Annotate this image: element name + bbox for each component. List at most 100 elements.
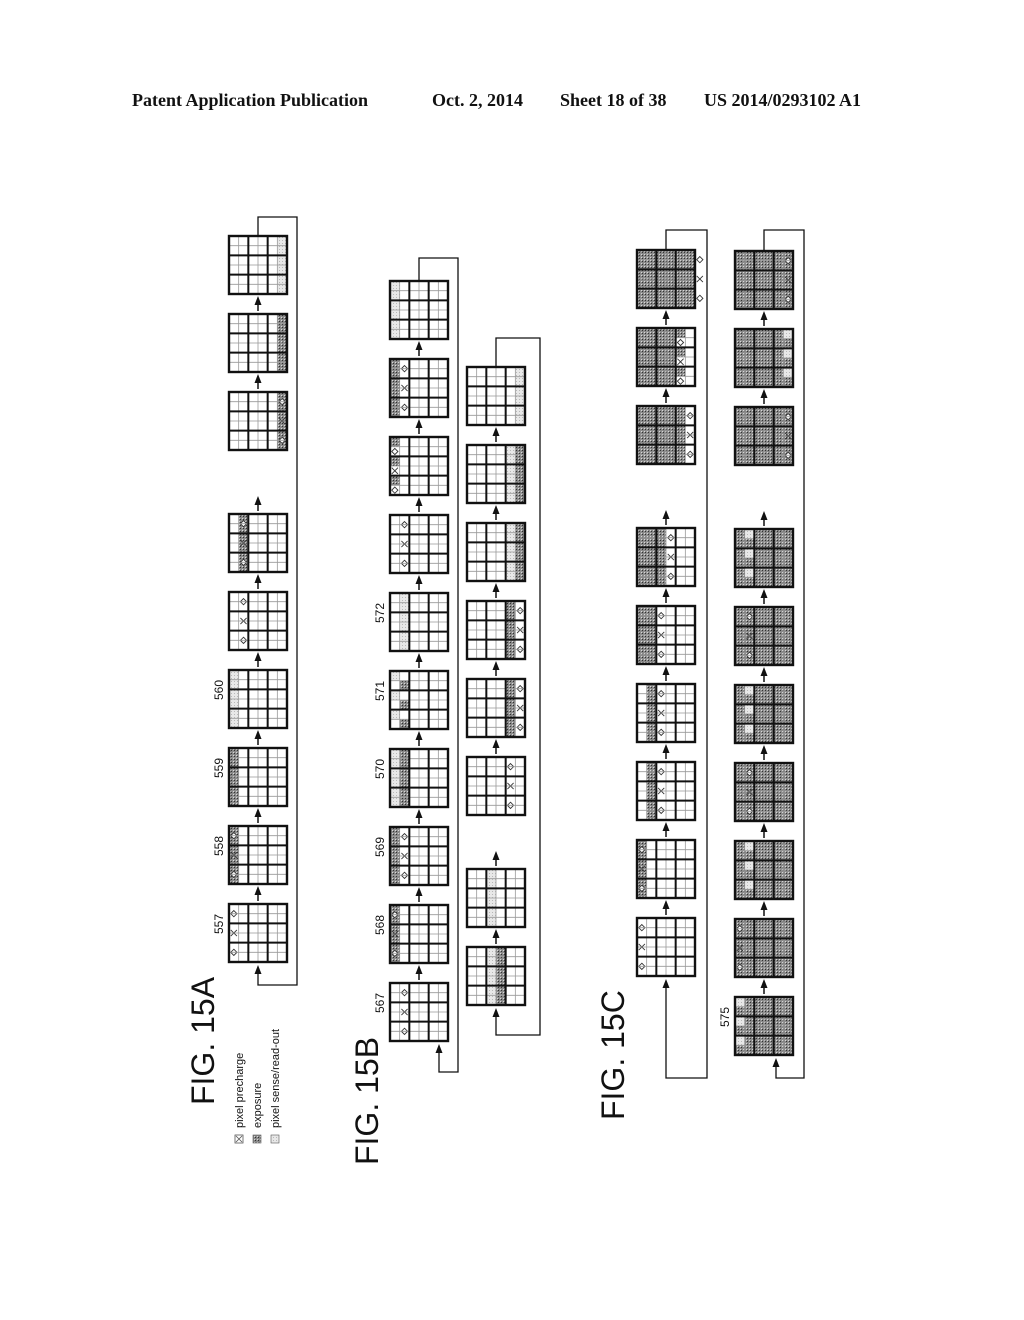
reference-numeral: 575 <box>718 1007 732 1027</box>
pixel-array-block: 571 <box>373 669 450 731</box>
pixel-array-block <box>465 599 527 661</box>
sense-cell <box>744 879 755 890</box>
arrow-head-icon <box>435 1044 443 1053</box>
arrow-head-icon <box>662 822 670 831</box>
pixel-array-block <box>465 443 527 505</box>
arrow-head-icon <box>254 808 262 817</box>
exposure-cell <box>390 456 400 466</box>
arrow-head-icon <box>662 979 670 988</box>
pixel-array-block <box>733 405 795 467</box>
pixel-array-block <box>733 527 795 589</box>
arrow-head-icon <box>415 419 423 428</box>
arrow-head-icon <box>492 1008 500 1017</box>
legend-item-precharge: pixel precharge <box>234 1053 246 1144</box>
pixel-array-block <box>227 590 289 652</box>
sense-icon <box>270 1134 280 1144</box>
pixel-array-block <box>388 435 450 497</box>
arrow-head-icon <box>254 296 262 305</box>
sense-cell <box>390 709 400 720</box>
sense-cell <box>783 329 793 339</box>
arrow-head-icon <box>772 1058 780 1067</box>
sense-cell <box>744 529 755 539</box>
sense-cell <box>744 860 755 870</box>
pixel-array-block <box>733 917 795 979</box>
pixel-array-block <box>635 760 697 822</box>
pixel-array-block <box>465 867 527 929</box>
reference-numeral: 572 <box>373 603 387 623</box>
timing-diagram: FIG. 15A FIG. 15B FIG. 15C pixel prechar… <box>185 216 805 1165</box>
sense-cell <box>783 367 793 378</box>
pixel-array-block <box>635 682 697 744</box>
pixel-array-block <box>465 945 527 1007</box>
arrow-head-icon <box>415 653 423 662</box>
pixel-array-block <box>635 404 697 466</box>
pixel-array-block <box>733 327 795 389</box>
pixel-array-block <box>388 513 450 575</box>
arrow-head-icon <box>760 745 768 754</box>
sense-cell <box>744 685 755 695</box>
pixel-array-block <box>465 677 527 739</box>
arrow-head-icon <box>254 652 262 661</box>
reference-numeral: 559 <box>212 758 226 778</box>
reference-numeral: 570 <box>373 759 387 779</box>
pixel-array-block <box>733 839 795 901</box>
legend-item-exposure: exposure <box>252 1083 264 1144</box>
arrow-head-icon <box>760 589 768 598</box>
exposure-cell <box>675 366 686 377</box>
arrow-head-icon <box>254 574 262 583</box>
precharge-diamond-icon <box>696 255 704 264</box>
pixel-array-block <box>733 249 795 311</box>
precharge-diamond-icon <box>696 294 704 303</box>
exposure-cell <box>390 475 400 486</box>
arrow-head-icon <box>254 374 262 383</box>
pixel-array-block <box>635 526 697 588</box>
pixel-array-block <box>635 248 704 310</box>
arrow-head-icon <box>760 511 768 520</box>
legend-label-exposure: exposure <box>252 1083 264 1128</box>
fig-15c-label: FIG. 15C <box>595 990 631 1120</box>
pixel-array-block: 560 <box>212 668 289 730</box>
arrow-head-icon <box>415 731 423 740</box>
pixel-array-block: 558 <box>212 824 289 886</box>
sense-cell <box>744 567 755 578</box>
pixel-array-block <box>733 683 795 745</box>
arrow-head-icon <box>254 886 262 895</box>
pixel-array-block <box>635 916 697 978</box>
legend-label-precharge: pixel precharge <box>234 1053 246 1128</box>
arrow-head-icon <box>254 496 262 505</box>
arrow-head-icon <box>415 341 423 350</box>
pixel-array-block <box>733 761 795 823</box>
pixel-array-block: 557 <box>212 902 289 964</box>
reference-numeral: 568 <box>373 915 387 935</box>
arrow-head-icon <box>254 730 262 739</box>
pixel-array-block: 572 <box>373 591 450 653</box>
exposure-cell <box>675 328 686 338</box>
arrow-head-icon <box>760 901 768 910</box>
sense-cell <box>783 348 793 358</box>
reference-numeral: 560 <box>212 680 226 700</box>
sense-cell <box>744 723 755 734</box>
legend-item-sense: pixel sense/read-out <box>270 1029 282 1144</box>
pixel-array-block <box>227 512 289 574</box>
sense-cell <box>735 1035 745 1046</box>
sense-cell <box>390 671 400 681</box>
pixel-array-block <box>733 605 795 667</box>
arrow-head-icon <box>662 310 670 319</box>
pixel-array-block <box>635 326 697 388</box>
pixel-array-block: 570 <box>373 747 450 809</box>
reference-numeral: 567 <box>373 993 387 1013</box>
exposure-cell <box>399 719 410 729</box>
sense-cell <box>744 548 755 558</box>
exposure-cell <box>399 680 410 691</box>
pixel-array-block <box>227 312 289 374</box>
arrow-head-icon <box>662 900 670 909</box>
arrow-head-icon <box>492 583 500 592</box>
arrow-head-icon <box>662 388 670 397</box>
arrow-head-icon <box>760 979 768 988</box>
arrow-head-icon <box>415 809 423 818</box>
pixel-array-block: 568 <box>373 903 450 965</box>
arrow-head-icon <box>662 744 670 753</box>
fig-15b-label: FIG. 15B <box>349 1037 385 1165</box>
arrow-head-icon <box>662 510 670 519</box>
sense-cell <box>744 704 755 714</box>
